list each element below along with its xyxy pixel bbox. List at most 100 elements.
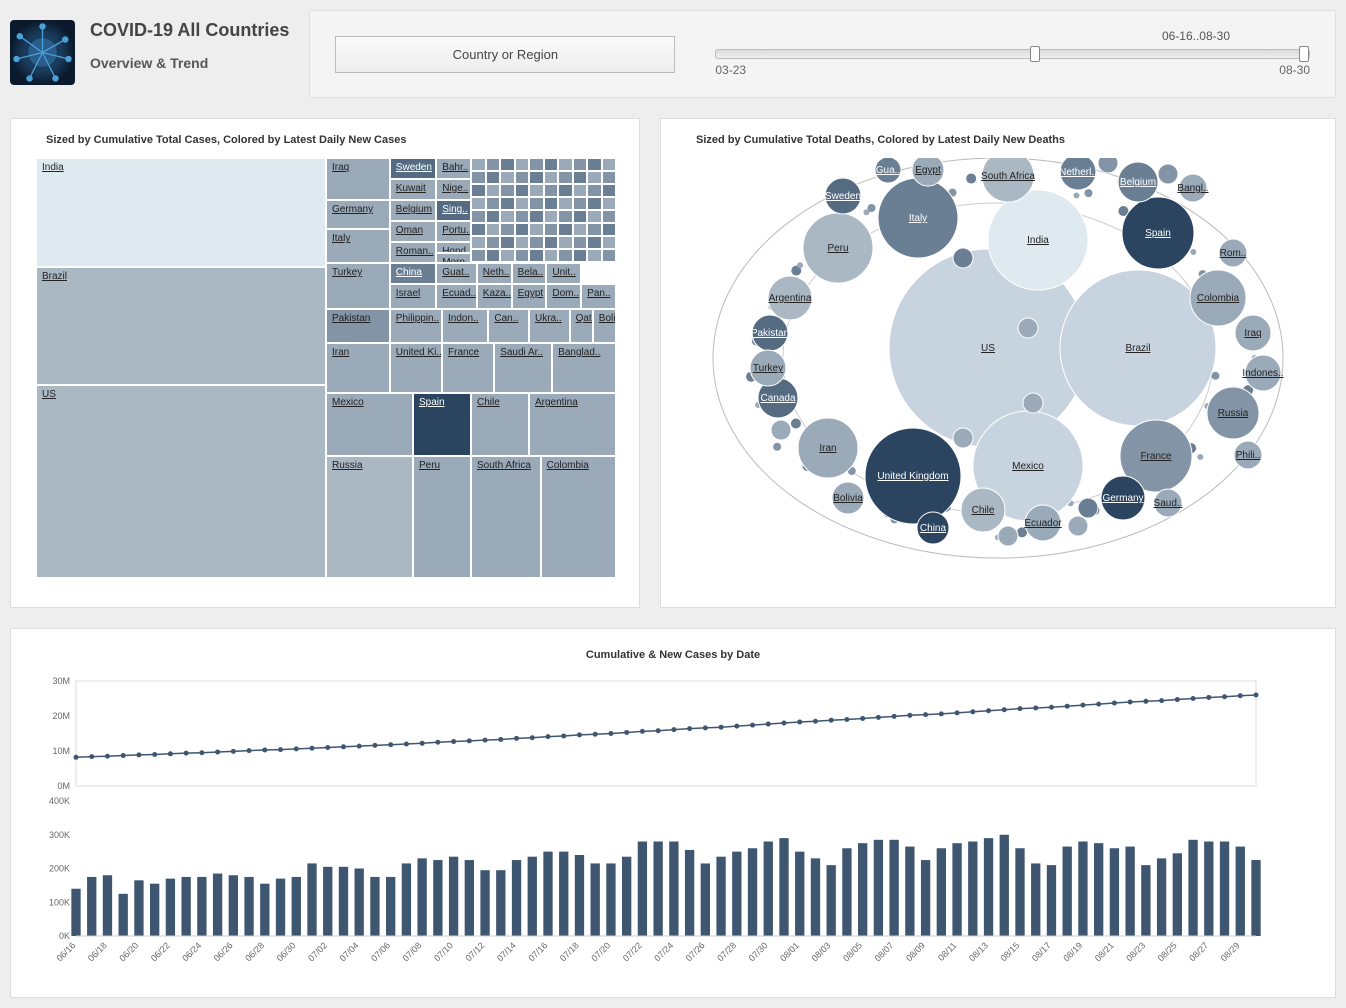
bar[interactable] bbox=[1110, 848, 1119, 936]
treemap-cell-small[interactable] bbox=[471, 223, 486, 236]
bar[interactable] bbox=[134, 880, 143, 936]
bubble-tiny[interactable] bbox=[966, 174, 976, 184]
treemap-chart[interactable]: IndiaBrazilUSIraqGermanyItalyTurkeyPakis… bbox=[36, 158, 616, 578]
bar[interactable] bbox=[339, 867, 348, 936]
treemap-cell-small[interactable] bbox=[602, 158, 617, 171]
treemap-cell-small[interactable] bbox=[515, 184, 530, 197]
treemap-cell[interactable]: Argentina bbox=[529, 393, 616, 456]
treemap-cell[interactable]: China bbox=[390, 263, 436, 284]
bar[interactable] bbox=[1204, 842, 1213, 937]
bubble[interactable] bbox=[825, 178, 861, 214]
treemap-cell-small[interactable] bbox=[529, 197, 544, 210]
bubble[interactable] bbox=[878, 178, 958, 258]
bar[interactable] bbox=[496, 870, 505, 936]
bar[interactable] bbox=[213, 874, 222, 936]
bar[interactable] bbox=[701, 863, 710, 936]
bar[interactable] bbox=[937, 848, 946, 936]
treemap-cell-small[interactable] bbox=[558, 249, 573, 262]
bar[interactable] bbox=[512, 860, 521, 936]
bar[interactable] bbox=[1000, 835, 1009, 936]
treemap-cell-small[interactable] bbox=[558, 158, 573, 171]
treemap-cell-small[interactable] bbox=[486, 197, 501, 210]
treemap-cell-small[interactable] bbox=[544, 236, 559, 249]
treemap-cell-small[interactable] bbox=[500, 223, 515, 236]
treemap-cell-small[interactable] bbox=[602, 171, 617, 184]
treemap-cell-small[interactable] bbox=[544, 249, 559, 262]
bar[interactable] bbox=[732, 852, 741, 936]
treemap-cell-small[interactable] bbox=[486, 184, 501, 197]
bubble[interactable] bbox=[953, 248, 973, 268]
bubble[interactable] bbox=[875, 158, 901, 183]
bar[interactable] bbox=[543, 852, 552, 936]
treemap-cell[interactable]: Colombia bbox=[541, 456, 616, 578]
treemap-cell-small[interactable] bbox=[573, 171, 588, 184]
bar[interactable] bbox=[811, 858, 820, 936]
bubble[interactable] bbox=[865, 428, 961, 524]
treemap-cell-small[interactable] bbox=[558, 236, 573, 249]
bar[interactable] bbox=[1141, 865, 1150, 936]
treemap-cell[interactable]: Kaza.. bbox=[477, 284, 512, 309]
bar[interactable] bbox=[795, 852, 804, 936]
bubble[interactable] bbox=[1245, 355, 1281, 391]
date-slider-track[interactable] bbox=[715, 49, 1310, 59]
treemap-cell[interactable]: India bbox=[36, 158, 326, 267]
bar[interactable] bbox=[716, 857, 725, 936]
treemap-cell-small[interactable] bbox=[515, 249, 530, 262]
treemap-cell-small[interactable] bbox=[529, 249, 544, 262]
treemap-cell-small[interactable] bbox=[529, 171, 544, 184]
bar[interactable] bbox=[1251, 860, 1260, 936]
treemap-cell-small[interactable] bbox=[500, 210, 515, 223]
bubble[interactable] bbox=[1018, 318, 1038, 338]
treemap-cell[interactable]: Turkey bbox=[326, 263, 390, 309]
bubble[interactable] bbox=[1078, 498, 1098, 518]
treemap-cell[interactable]: Nige.. bbox=[436, 179, 471, 200]
bubble[interactable] bbox=[1101, 476, 1145, 520]
bubble[interactable] bbox=[1207, 387, 1259, 439]
treemap-cell[interactable]: Philippin.. bbox=[390, 309, 442, 343]
bubble[interactable] bbox=[1234, 441, 1262, 469]
treemap-cell-small[interactable] bbox=[500, 236, 515, 249]
treemap-cell-small[interactable] bbox=[515, 171, 530, 184]
treemap-cell[interactable]: Portu.. bbox=[436, 221, 471, 242]
treemap-cell-small[interactable] bbox=[486, 210, 501, 223]
bar[interactable] bbox=[921, 860, 930, 936]
treemap-cell[interactable]: Mexico bbox=[326, 393, 413, 456]
treemap-cell-small[interactable] bbox=[471, 197, 486, 210]
bubble-tiny[interactable] bbox=[791, 418, 801, 428]
bar[interactable] bbox=[827, 865, 836, 936]
bar[interactable] bbox=[417, 858, 426, 936]
treemap-cell-small[interactable] bbox=[587, 210, 602, 223]
cumulative-line[interactable] bbox=[76, 695, 1256, 757]
bar[interactable] bbox=[1063, 847, 1072, 936]
bubble[interactable] bbox=[1154, 489, 1182, 517]
bubble[interactable] bbox=[1118, 162, 1158, 202]
bar[interactable] bbox=[1094, 843, 1103, 936]
treemap-cell-small[interactable] bbox=[573, 249, 588, 262]
treemap-cell-small[interactable] bbox=[515, 236, 530, 249]
treemap-cell-small[interactable] bbox=[587, 249, 602, 262]
bar[interactable] bbox=[575, 855, 584, 936]
bar[interactable] bbox=[1173, 853, 1182, 936]
treemap-cell[interactable]: Qatar bbox=[570, 309, 593, 343]
treemap-cell[interactable]: Boli.. bbox=[593, 309, 616, 343]
bubble-tiny[interactable] bbox=[1084, 189, 1092, 197]
treemap-cell-small[interactable] bbox=[573, 210, 588, 223]
bubble[interactable] bbox=[798, 418, 858, 478]
bubble[interactable] bbox=[768, 276, 812, 320]
treemap-cell-small[interactable] bbox=[602, 210, 617, 223]
treemap-cell-small[interactable] bbox=[587, 236, 602, 249]
treemap-cell-small[interactable] bbox=[515, 197, 530, 210]
bar[interactable] bbox=[433, 860, 442, 936]
bar[interactable] bbox=[1015, 848, 1024, 936]
bubble[interactable] bbox=[1068, 516, 1088, 536]
treemap-cell-small[interactable] bbox=[486, 158, 501, 171]
bar[interactable] bbox=[480, 870, 489, 936]
bubble-tiny[interactable] bbox=[1190, 249, 1196, 255]
bar[interactable] bbox=[685, 850, 694, 936]
treemap-cell[interactable]: Banglad.. bbox=[552, 343, 616, 393]
bar[interactable] bbox=[1236, 847, 1245, 936]
treemap-cell-small[interactable] bbox=[602, 236, 617, 249]
treemap-cell-small[interactable] bbox=[544, 171, 559, 184]
treemap-cell-small[interactable] bbox=[500, 184, 515, 197]
bar[interactable] bbox=[323, 867, 332, 936]
